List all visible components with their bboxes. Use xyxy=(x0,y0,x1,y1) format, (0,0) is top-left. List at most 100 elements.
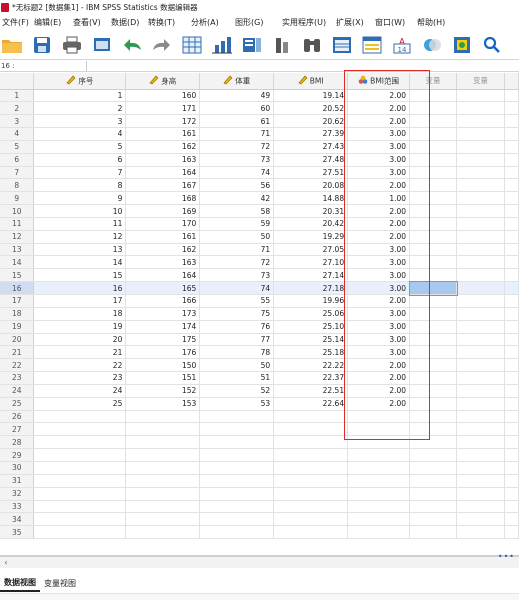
data-cell[interactable] xyxy=(504,384,519,398)
data-cell[interactable] xyxy=(125,422,201,437)
menu-item-7[interactable]: 实用程序(U) xyxy=(282,17,326,28)
row-number[interactable]: 4 xyxy=(0,127,35,141)
data-cell[interactable] xyxy=(273,461,349,475)
data-cell[interactable]: 56 xyxy=(199,178,275,193)
data-cell[interactable] xyxy=(409,333,457,347)
data-cell[interactable] xyxy=(456,101,505,116)
save-icon[interactable] xyxy=(30,33,54,57)
data-cell[interactable]: 171 xyxy=(125,101,201,116)
data-cell[interactable]: 22 xyxy=(33,358,127,373)
data-cell[interactable]: 161 xyxy=(125,230,201,244)
data-cell[interactable] xyxy=(273,422,349,437)
search-icon[interactable] xyxy=(480,33,504,57)
table-row[interactable]: 2 2 171 60 20.52 2.00 xyxy=(0,101,519,116)
data-cell[interactable] xyxy=(504,320,519,334)
row-number[interactable]: 8 xyxy=(0,178,35,193)
data-cell[interactable]: 165 xyxy=(125,281,201,295)
data-cell[interactable]: 24 xyxy=(33,384,127,398)
table-row[interactable]: 25 25 153 53 22.64 2.00 xyxy=(0,397,519,411)
row-number[interactable]: 28 xyxy=(0,435,35,450)
data-cell[interactable] xyxy=(273,487,349,501)
data-cell[interactable] xyxy=(456,114,505,129)
data-cell[interactable] xyxy=(456,320,505,334)
goto-variable-icon[interactable] xyxy=(210,33,234,57)
row-number[interactable]: 20 xyxy=(0,333,35,347)
data-cell[interactable]: 22.64 xyxy=(273,397,349,411)
scroll-left-icon[interactable]: ‹ xyxy=(0,558,12,567)
data-cell[interactable] xyxy=(409,461,457,475)
column-header-2[interactable]: 体重 xyxy=(199,73,275,90)
data-cell[interactable]: 27.14 xyxy=(273,268,349,283)
data-cell[interactable]: 17 xyxy=(33,294,127,308)
data-cell[interactable]: 20.52 xyxy=(273,101,349,116)
data-cell[interactable]: 20.62 xyxy=(273,114,349,129)
data-cell[interactable]: 2.00 xyxy=(347,358,411,373)
data-cell[interactable] xyxy=(456,435,505,450)
data-cell[interactable] xyxy=(409,422,457,437)
data-cell[interactable] xyxy=(409,500,457,514)
data-cell[interactable] xyxy=(456,153,505,167)
data-cell[interactable] xyxy=(456,487,505,501)
data-cell[interactable] xyxy=(125,500,201,514)
data-cell[interactable] xyxy=(504,461,519,475)
data-cell[interactable]: 13 xyxy=(33,243,127,257)
data-cell[interactable]: 73 xyxy=(199,268,275,283)
data-cell[interactable] xyxy=(456,525,505,540)
data-cell[interactable]: 169 xyxy=(125,204,201,218)
data-cell[interactable]: 77 xyxy=(199,333,275,347)
table-row[interactable]: 22 22 150 50 22.22 2.00 xyxy=(0,358,519,373)
data-cell[interactable] xyxy=(504,512,519,527)
data-cell[interactable] xyxy=(504,243,519,257)
data-cell[interactable] xyxy=(409,294,457,308)
data-cell[interactable] xyxy=(504,89,519,103)
data-cell[interactable] xyxy=(33,410,127,424)
row-number[interactable]: 5 xyxy=(0,140,35,154)
table-row[interactable]: 23 23 151 51 22.37 2.00 xyxy=(0,371,519,385)
data-cell[interactable]: 160 xyxy=(125,89,201,103)
data-cell[interactable] xyxy=(456,127,505,141)
data-cell[interactable]: 12 xyxy=(33,230,127,244)
data-cell[interactable] xyxy=(347,422,411,437)
row-number[interactable]: 18 xyxy=(0,307,35,321)
data-cell[interactable] xyxy=(33,474,127,488)
data-cell[interactable] xyxy=(33,435,127,450)
row-number[interactable]: 31 xyxy=(0,474,35,488)
data-cell[interactable] xyxy=(456,230,505,244)
row-number[interactable]: 26 xyxy=(0,410,35,424)
data-cell[interactable] xyxy=(456,255,505,270)
data-cell[interactable] xyxy=(504,101,519,116)
table-row[interactable]: 29 xyxy=(0,448,519,462)
data-cell[interactable]: 161 xyxy=(125,127,201,141)
data-cell[interactable]: 25 xyxy=(33,397,127,411)
data-cell[interactable] xyxy=(347,410,411,424)
data-cell[interactable] xyxy=(456,294,505,308)
data-cell[interactable] xyxy=(273,410,349,424)
data-cell[interactable]: 27.48 xyxy=(273,153,349,167)
data-cell[interactable]: 3 xyxy=(33,114,127,129)
data-cell[interactable] xyxy=(409,320,457,334)
data-cell[interactable]: 2.00 xyxy=(347,101,411,116)
data-cell[interactable] xyxy=(347,461,411,475)
data-cell[interactable] xyxy=(504,166,519,180)
data-cell[interactable]: 20.42 xyxy=(273,217,349,231)
data-cell[interactable]: 58 xyxy=(199,204,275,218)
data-cell[interactable] xyxy=(273,474,349,488)
data-cell[interactable]: 176 xyxy=(125,345,201,360)
data-cell[interactable] xyxy=(504,410,519,424)
data-cell[interactable]: 2.00 xyxy=(347,371,411,385)
data-cell[interactable]: 6 xyxy=(33,153,127,167)
menu-item-2[interactable]: 查看(V) xyxy=(73,17,101,28)
show-sets-icon[interactable] xyxy=(450,33,474,57)
data-cell[interactable]: 27.39 xyxy=(273,127,349,141)
data-cell[interactable] xyxy=(409,474,457,488)
data-cell[interactable] xyxy=(199,525,275,540)
data-cell[interactable] xyxy=(125,487,201,501)
table-row[interactable]: 12 12 161 50 19.29 2.00 xyxy=(0,230,519,244)
data-cell[interactable]: 22.22 xyxy=(273,358,349,373)
data-cell[interactable] xyxy=(409,178,457,193)
data-cell[interactable]: 21 xyxy=(33,345,127,360)
data-cell[interactable]: 72 xyxy=(199,255,275,270)
table-row[interactable]: 34 xyxy=(0,512,519,527)
data-cell[interactable]: 3.00 xyxy=(347,153,411,167)
data-cell[interactable] xyxy=(456,307,505,321)
